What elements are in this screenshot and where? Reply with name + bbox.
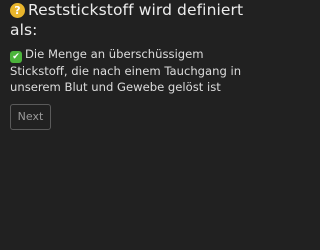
question-text: Reststickstoff wird definiert als: [10, 1, 244, 39]
next-button[interactable]: Next [10, 104, 51, 130]
answer-text-block: ✔ Die Menge an überschüssigem Stickstoff,… [10, 46, 246, 95]
question-text-block: ? Reststickstoff wird definiert als: [10, 0, 246, 40]
question-icon: ? [10, 3, 25, 18]
check-icon: ✔ [10, 51, 22, 63]
answer-text: Die Menge an überschüssigem Stickstoff, … [10, 47, 242, 94]
